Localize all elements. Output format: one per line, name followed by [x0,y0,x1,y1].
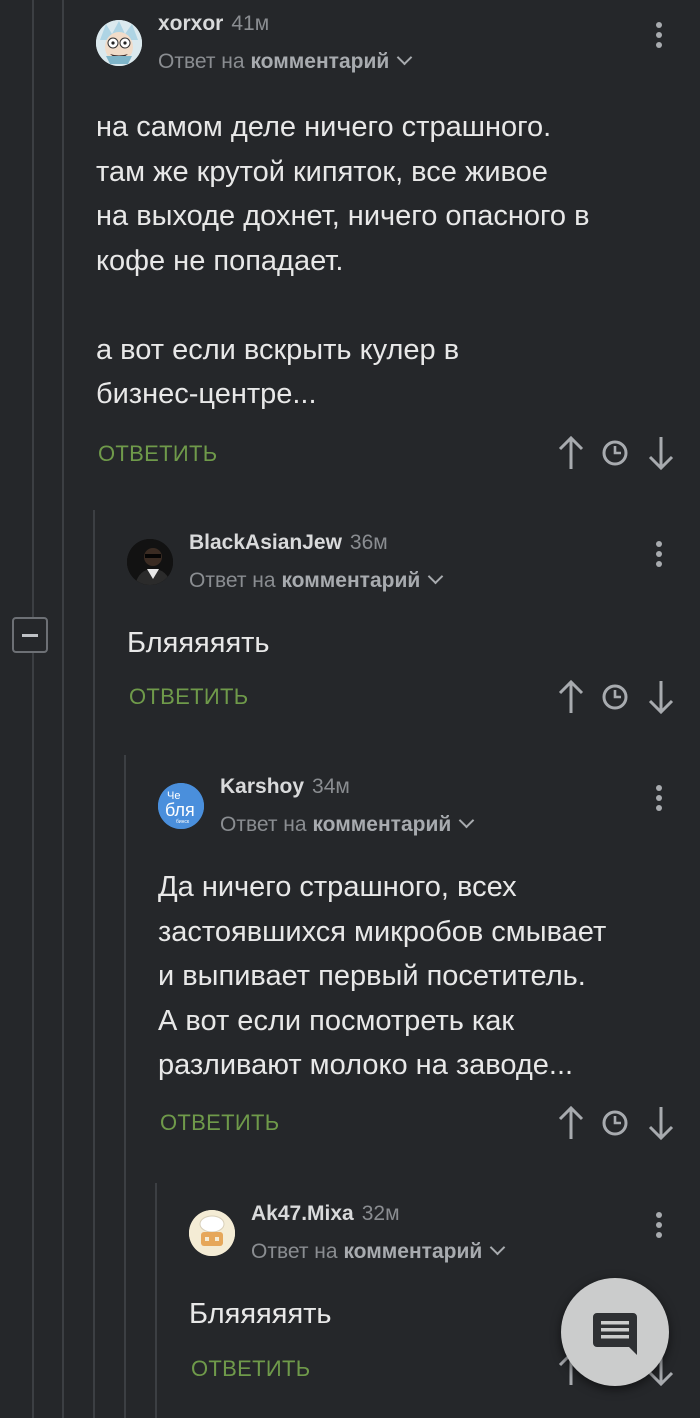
reply-target[interactable]: комментарий [312,813,451,836]
thread-line-level-1 [93,510,95,1418]
reply-button[interactable]: ОТВЕТИТЬ [98,441,217,467]
chevron-down-icon[interactable] [489,1239,506,1256]
reply-button[interactable]: ОТВЕТИТЬ [129,684,248,710]
comments-page: xorxor 41м Ответ на комментарий на самом … [0,0,700,1418]
avatar-text-2: бля [165,800,195,820]
arrow-down-icon[interactable] [646,1105,676,1141]
arrow-down-icon[interactable] [646,435,676,471]
vote-actions [556,679,676,715]
chevron-down-icon[interactable] [458,812,475,829]
comment-icon [593,1313,637,1355]
author-label[interactable]: BlackAsianJew [189,531,342,554]
comment-text: Бляяяяять [127,627,270,659]
reply-target[interactable]: комментарий [250,50,389,73]
reply-button[interactable]: ОТВЕТИТЬ [191,1356,310,1382]
comment-time: 36м [349,531,388,554]
collapse-thread-button[interactable] [12,617,48,653]
comment-text: Да ничего страшного, всех застоявшихся м… [158,871,607,1081]
comment-xorxor: xorxor 41м Ответ на комментарий на самом … [96,12,700,480]
avatar[interactable] [189,1210,235,1256]
avatar-text-3: бинск [176,819,190,825]
chef-avatar-icon [189,1210,235,1256]
arrow-up-icon[interactable] [556,679,586,715]
clock-icon[interactable] [600,1105,630,1141]
reply-button[interactable]: ОТВЕТИТЬ [160,1110,279,1136]
author-name[interactable]: BlackAsianJew 36м [189,531,388,555]
reply-to-link[interactable]: Ответ на комментарий [251,1239,506,1264]
reply-prefix: Ответ на [220,813,307,836]
comment-text: на самом деле ничего страшного. там же к… [96,111,590,410]
reply-to-link[interactable]: Ответ на комментарий [189,568,444,593]
rick-avatar-icon [96,20,142,66]
new-comment-fab[interactable] [561,1278,669,1386]
arrow-up-icon[interactable] [556,1105,586,1141]
clock-icon[interactable] [600,435,630,471]
kebab-menu-icon[interactable] [654,541,664,575]
reply-to-link[interactable]: Ответ на комментарий [220,812,475,837]
comment-time: 34м [312,775,350,798]
comment-karshoy: Че бля бинск Karshoy 34м Ответ на коммент… [158,775,700,1143]
comment-time: 41м [231,12,270,35]
kebab-menu-icon[interactable] [654,1212,664,1246]
vote-actions [556,1105,676,1141]
chevron-down-icon[interactable] [427,568,444,585]
reply-prefix: Ответ на [158,50,245,73]
author-label[interactable]: Ak47.Mixa [251,1202,354,1225]
vote-actions [556,435,676,471]
author-name[interactable]: xorxor 41м [158,12,269,36]
reply-prefix: Ответ на [189,569,276,592]
thread-line-level-2 [124,755,126,1418]
logo-avatar-icon: Че бля бинск [158,783,204,829]
kebab-menu-icon[interactable] [654,22,664,56]
arrow-down-icon[interactable] [646,679,676,715]
reply-target[interactable]: комментарий [281,569,420,592]
thread-line-root-2 [62,0,64,1418]
person-avatar-icon [127,539,173,585]
avatar[interactable] [127,539,173,585]
thread-line-root-1 [32,0,34,1418]
chevron-down-icon[interactable] [396,49,413,66]
author-label[interactable]: Karshoy [220,775,304,798]
comment-time: 32м [361,1202,400,1225]
author-name[interactable]: Ak47.Mixa 32м [251,1202,400,1226]
author-name[interactable]: Karshoy 34м [220,775,350,799]
thread-line-level-3 [155,1183,157,1418]
arrow-up-icon[interactable] [556,435,586,471]
reply-target[interactable]: комментарий [343,1240,482,1263]
clock-icon[interactable] [600,679,630,715]
avatar[interactable]: Че бля бинск [158,783,204,829]
comment-blackasianjew: BlackAsianJew 36м Ответ на комментарий Бл… [127,531,700,719]
kebab-menu-icon[interactable] [654,785,664,819]
author-label[interactable]: xorxor [158,12,223,35]
avatar[interactable] [96,20,142,66]
reply-prefix: Ответ на [251,1240,338,1263]
reply-to-link[interactable]: Ответ на комментарий [158,49,413,74]
